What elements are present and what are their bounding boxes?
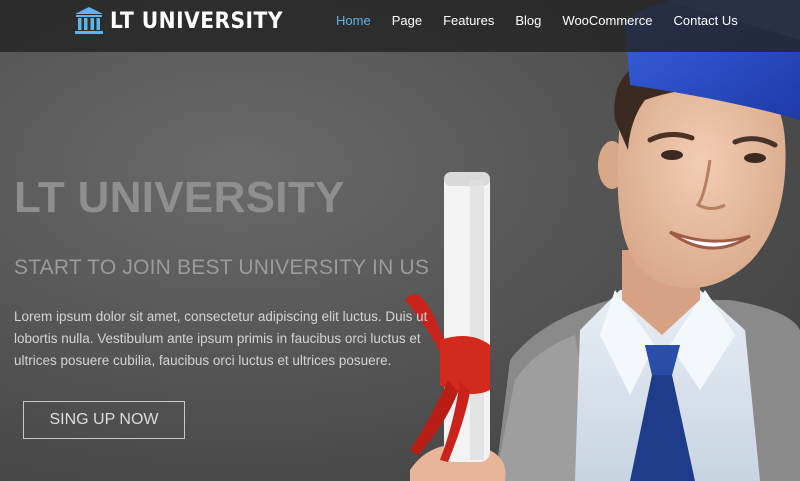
nav-item-contact-us[interactable]: Contact Us (673, 13, 737, 28)
main-nav: Home Page Features Blog WooCommerce Cont… (336, 13, 759, 28)
nav-item-page[interactable]: Page (392, 13, 422, 28)
hero-subtitle: START TO JOIN BEST UNIVERSITY IN US (14, 256, 430, 279)
university-building-icon (75, 7, 103, 34)
top-navbar: LT UNIVERSITY Home Page Features Blog Wo… (0, 0, 800, 52)
sign-up-button[interactable]: SING UP NOW (23, 401, 185, 439)
site-logo-text: LT UNIVERSITY (110, 8, 283, 34)
graduate-student-image (405, 0, 800, 481)
nav-item-blog[interactable]: Blog (515, 13, 541, 28)
hero-section: LT UNIVERSITY Home Page Features Blog Wo… (0, 0, 800, 481)
nav-item-home[interactable]: Home (336, 13, 371, 28)
hero-title: LT UNIVERSITY (14, 173, 345, 222)
hero-description: Lorem ipsum dolor sit amet, consectetur … (14, 309, 428, 368)
site-logo[interactable]: LT UNIVERSITY (74, 6, 298, 36)
nav-item-features[interactable]: Features (443, 13, 494, 28)
nav-item-woocommerce[interactable]: WooCommerce (562, 13, 652, 28)
